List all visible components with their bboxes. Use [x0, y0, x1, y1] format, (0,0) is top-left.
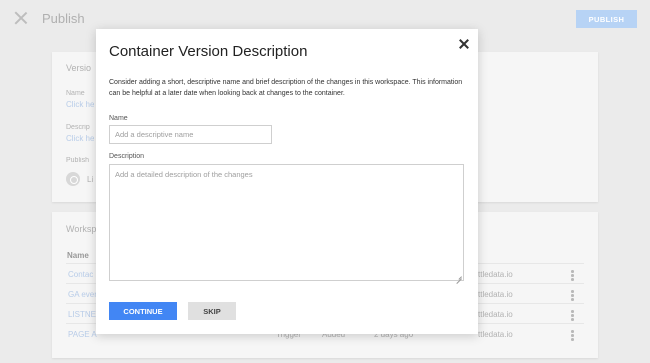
page-title: Publish: [42, 11, 85, 26]
table-row-name[interactable]: LISTNE: [68, 310, 96, 319]
more-vert-icon[interactable]: [571, 290, 574, 301]
table-row-user: ttledata.io: [478, 310, 513, 319]
version-description-link[interactable]: Click he: [66, 134, 94, 143]
version-name-label: Name: [66, 90, 85, 97]
table-row-user: ttledata.io: [478, 290, 513, 299]
name-input[interactable]: [109, 125, 272, 144]
table-row-name[interactable]: GA even: [68, 290, 99, 299]
publish-to-label: Publish: [66, 157, 89, 164]
version-card-heading: Versio: [66, 63, 92, 73]
environment-icon: [66, 172, 80, 186]
continue-button[interactable]: CONTINUE: [109, 302, 177, 320]
column-header-name[interactable]: Name: [67, 251, 89, 260]
workspace-card-heading: Worksp: [66, 224, 97, 234]
table-row-name[interactable]: PAGE A: [68, 330, 97, 339]
publish-button[interactable]: PUBLISH: [576, 10, 637, 28]
table-row-user: ttledata.io: [478, 270, 513, 279]
description-label: Description: [109, 153, 145, 160]
close-icon[interactable]: [457, 37, 471, 51]
version-description-label: Descrip: [66, 124, 90, 131]
dialog-description: Consider adding a short, descriptive nam…: [109, 79, 463, 97]
description-textarea[interactable]: [109, 164, 464, 281]
container-version-dialog: Container Version Description Consider a…: [96, 29, 478, 334]
table-row-user: ttledata.io: [478, 330, 513, 339]
table-row-name[interactable]: Contac: [68, 270, 93, 279]
more-vert-icon[interactable]: [571, 330, 574, 341]
close-icon[interactable]: [13, 10, 29, 26]
more-vert-icon[interactable]: [571, 270, 574, 281]
dialog-title: Container Version Description: [109, 43, 308, 60]
more-vert-icon[interactable]: [571, 310, 574, 321]
resize-handle-icon[interactable]: [455, 272, 462, 279]
name-label: Name: [109, 115, 128, 122]
version-name-link[interactable]: Click he: [66, 100, 94, 109]
environment-text: Li: [87, 175, 94, 184]
skip-button[interactable]: SKIP: [188, 302, 236, 320]
